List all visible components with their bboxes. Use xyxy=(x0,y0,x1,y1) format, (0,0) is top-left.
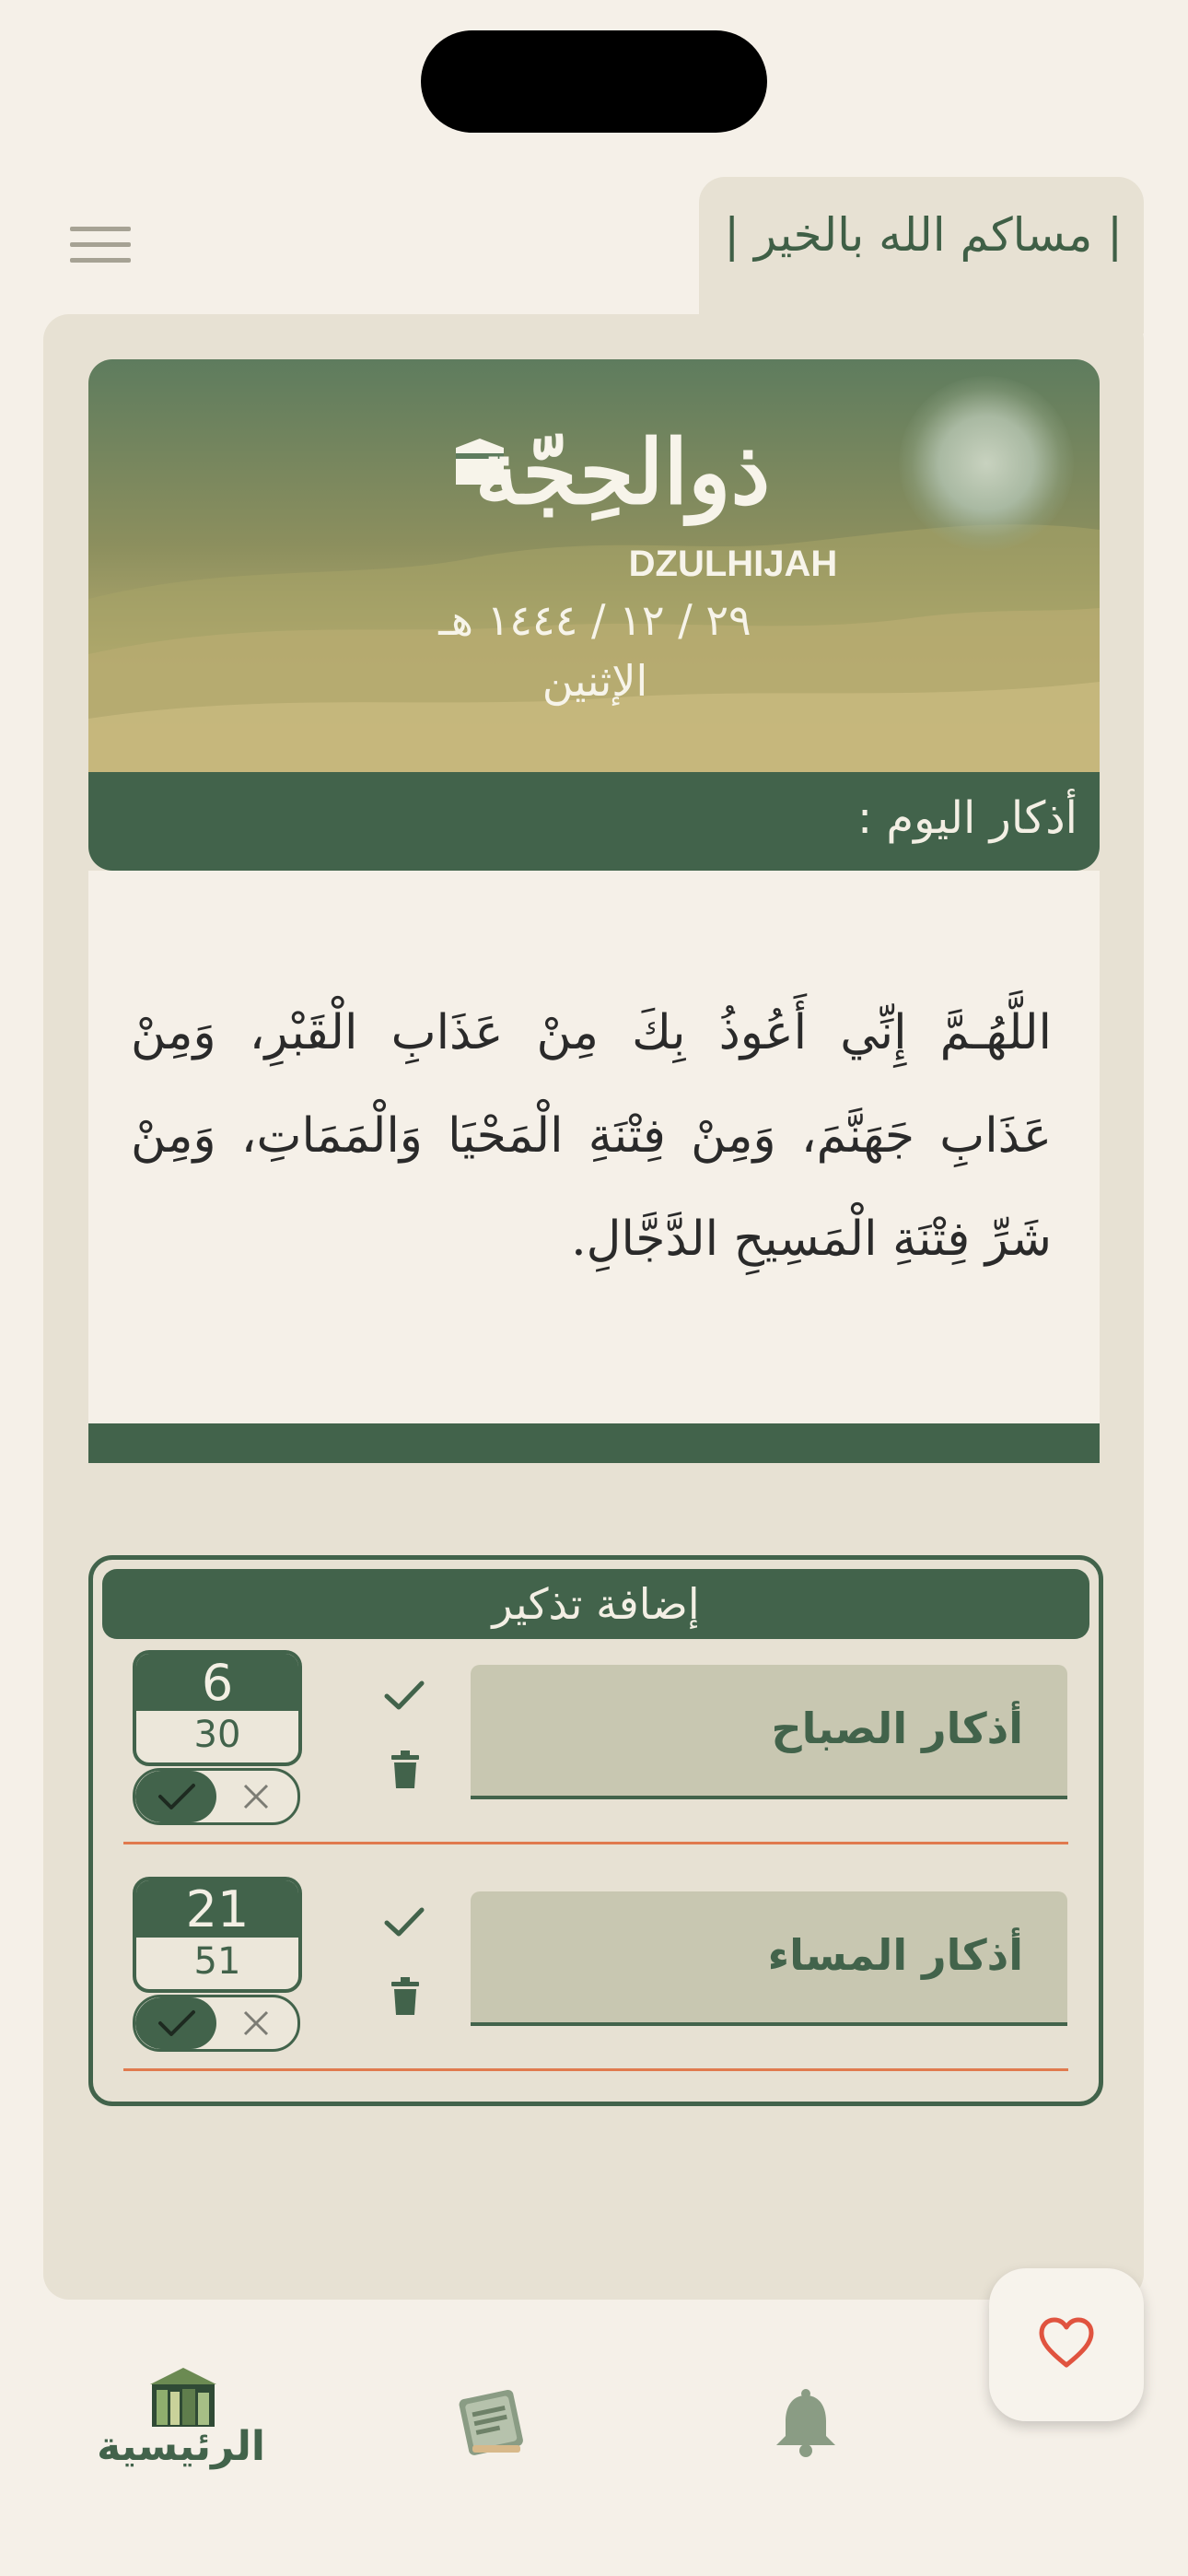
check-icon[interactable] xyxy=(383,1904,425,1939)
check-icon xyxy=(158,2010,195,2036)
check-icon xyxy=(158,1784,195,1809)
close-icon xyxy=(243,1784,269,1809)
reminder-toggle[interactable] xyxy=(133,1768,300,1825)
greeting-text: | مساكم الله بالخير | xyxy=(724,208,1123,262)
home-icon[interactable] xyxy=(111,2364,256,2429)
counter-minute: 30 xyxy=(193,1714,241,1756)
trash-icon[interactable] xyxy=(390,1750,421,1790)
reminder-name: أذكار المساء xyxy=(767,1930,1023,1980)
heart-icon xyxy=(1039,2317,1094,2368)
book-icon[interactable] xyxy=(454,2384,531,2458)
counter-hour: 6 xyxy=(136,1654,298,1712)
hijri-month-english: DZULHIJAH xyxy=(628,544,838,584)
dua-card-footer xyxy=(88,1423,1100,1463)
check-icon[interactable] xyxy=(383,1678,425,1713)
dua-text: اللَّهُـمَّ إِنِّي أَعُوذُ بِكَ مِنْ عَذ… xyxy=(131,1005,1052,1267)
reminder-name-field[interactable]: أذكار المساء xyxy=(471,1891,1067,2026)
counter-minute: 51 xyxy=(193,1940,241,1983)
reminder-row: أذكار الصباح 6 30 xyxy=(93,1650,1099,1877)
daily-adhkar-title: أذكار اليوم : xyxy=(856,792,1077,844)
add-reminder-button[interactable]: إضافة تذكير xyxy=(102,1569,1089,1639)
close-icon xyxy=(243,2010,269,2036)
reminder-name-field[interactable]: أذكار الصباح xyxy=(471,1665,1067,1799)
favorite-button[interactable] xyxy=(989,2268,1144,2421)
sun-glow xyxy=(899,376,1074,551)
reminder-row: أذكار المساء 21 51 xyxy=(93,1877,1099,2103)
trash-icon[interactable] xyxy=(390,1976,421,2017)
daily-adhkar-header: أذكار اليوم : xyxy=(88,772,1100,871)
reminder-toggle[interactable] xyxy=(133,1995,300,2052)
hijri-date: ٢٩ / ١٢ / ١٤٤٤ هـ xyxy=(438,595,751,645)
bell-icon[interactable] xyxy=(771,2386,841,2460)
reminder-name: أذكار الصباح xyxy=(771,1704,1023,1753)
dynamic-island xyxy=(421,30,767,133)
counter-hour: 21 xyxy=(136,1880,298,1938)
time-counter[interactable]: 21 51 xyxy=(133,1877,302,1993)
row-divider xyxy=(123,2068,1068,2071)
nav-home-label[interactable]: الرئيسية xyxy=(97,2423,265,2470)
menu-icon[interactable] xyxy=(70,227,131,263)
row-divider xyxy=(123,1842,1068,1844)
weekday: الإثنين xyxy=(542,656,648,706)
hijri-month-arabic: ذوالحِجّة xyxy=(474,420,771,524)
reminders-box: إضافة تذكير أذكار الصباح 6 30 أذكار المس… xyxy=(88,1555,1103,2106)
dua-card: اللَّهُـمَّ إِنِّي أَعُوذُ بِكَ مِنْ عَذ… xyxy=(88,871,1100,1423)
time-counter[interactable]: 6 30 xyxy=(133,1650,302,1766)
hijri-banner: ذوالحِجّة DZULHIJAH ٢٩ / ١٢ / ١٤٤٤ هـ ال… xyxy=(88,359,1100,772)
